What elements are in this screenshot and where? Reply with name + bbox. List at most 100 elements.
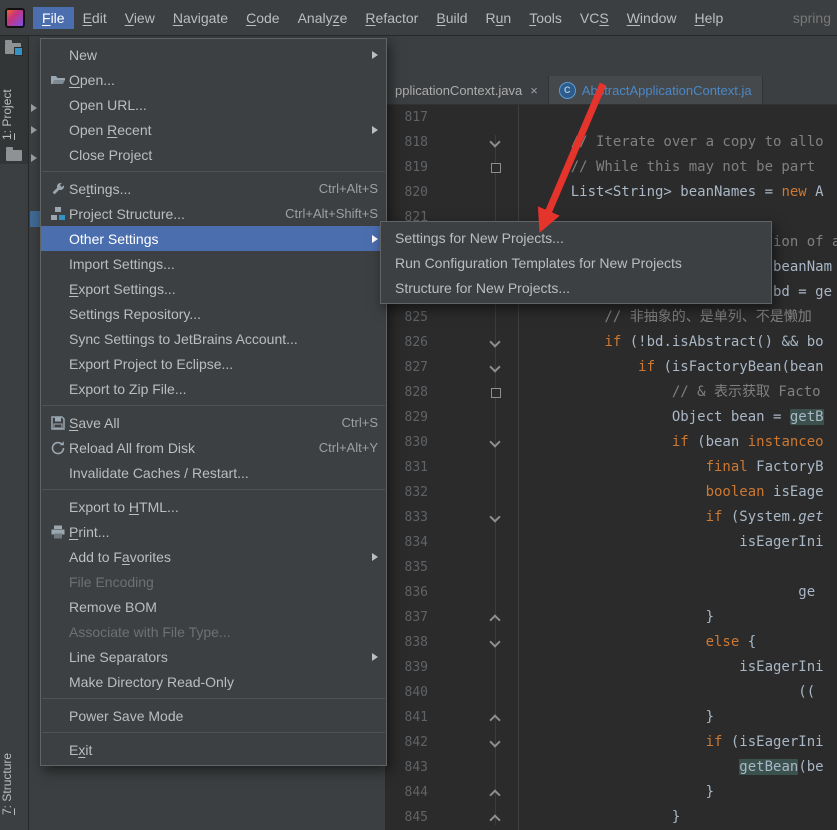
code-text: // & 表示获取 Facto	[537, 380, 821, 405]
menubar-item-navigate[interactable]: Navigate	[164, 7, 237, 29]
menu-item-open[interactable]: Open...	[41, 67, 386, 92]
fold-marker-icon[interactable]	[483, 355, 508, 380]
menu-item-settings-repository[interactable]: Settings Repository...	[41, 301, 386, 326]
menubar-item-run[interactable]: Run	[477, 7, 521, 29]
menubar-item-edit[interactable]: Edit	[74, 7, 116, 29]
menu-item-label: Open URL...	[69, 97, 147, 113]
line-number: 820	[385, 180, 428, 205]
menubar-item-window[interactable]: Window	[618, 7, 686, 29]
code-text: final FactoryB	[537, 455, 824, 480]
menu-item-export-to-html[interactable]: Export to HTML...	[41, 494, 386, 519]
code-text: else {	[537, 630, 756, 655]
fold-marker-icon[interactable]	[483, 130, 508, 155]
menu-item-associate-with-file-type: Associate with File Type...	[41, 619, 386, 644]
editor-toolbar-area	[385, 35, 837, 76]
menu-item-add-to-favorites[interactable]: Add to Favorites	[41, 544, 386, 569]
line-number: 835	[385, 555, 428, 580]
menu-item-sync-settings-to-jetbrains-account[interactable]: Sync Settings to JetBrains Account...	[41, 326, 386, 351]
tree-expand-icon[interactable]	[31, 104, 37, 112]
code-line: 837 }	[385, 605, 837, 630]
menu-icon-spacer	[47, 122, 69, 138]
toolwindow-button-structure[interactable]: 7: Structure	[0, 741, 28, 827]
menu-item-other-settings[interactable]: Other Settings	[41, 226, 386, 251]
line-number: 841	[385, 705, 428, 730]
fold-marker-icon[interactable]	[483, 430, 508, 455]
fold-marker-icon[interactable]	[483, 805, 508, 830]
tree-expand-icon[interactable]	[31, 126, 37, 134]
code-line: 825 // 非抽象的、是单列、不是懒加	[385, 305, 837, 330]
menubar-item-help[interactable]: Help	[686, 7, 733, 29]
project-tool-icon[interactable]	[5, 43, 21, 54]
submenu-item-settings-for-new-projects[interactable]: Settings for New Projects...	[381, 225, 771, 250]
code-text: boolean isEage	[537, 480, 824, 505]
fold-marker-icon[interactable]	[483, 730, 508, 755]
menu-item-remove-bom[interactable]: Remove BOM	[41, 594, 386, 619]
menubar-item-view[interactable]: View	[116, 7, 164, 29]
menu-item-invalidate-caches-restart[interactable]: Invalidate Caches / Restart...	[41, 460, 386, 485]
menu-item-label: Export to Zip File...	[69, 381, 186, 397]
left-toolwindow-bar: 1: Project 7: Structure	[0, 35, 29, 830]
fold-marker-icon[interactable]	[483, 505, 508, 530]
submenu-arrow-icon	[372, 235, 378, 243]
menu-item-label: Export Settings...	[69, 281, 176, 297]
code-text: // 非抽象的、是单列、不是懒加	[537, 305, 812, 330]
menu-icon-spacer	[47, 599, 69, 615]
line-number: 838	[385, 630, 428, 655]
menu-icon-spacer	[47, 742, 69, 758]
menu-item-exit[interactable]: Exit	[41, 737, 386, 762]
menu-item-close-project[interactable]: Close Project	[41, 142, 386, 167]
menu-item-make-directory-read-only[interactable]: Make Directory Read-Only	[41, 669, 386, 694]
menubar-item-build[interactable]: Build	[427, 7, 476, 29]
fold-marker-icon[interactable]	[483, 605, 508, 630]
submenu-arrow-icon	[372, 653, 378, 661]
menu-item-label: Open...	[69, 72, 115, 88]
menu-item-reload-all-from-disk[interactable]: Reload All from DiskCtrl+Alt+Y	[41, 435, 386, 460]
menu-item-print[interactable]: Print...	[41, 519, 386, 544]
code-text: isEagerIni	[537, 655, 824, 680]
menu-item-export-settings[interactable]: Export Settings...	[41, 276, 386, 301]
line-number: 840	[385, 680, 428, 705]
fold-marker-icon[interactable]	[483, 780, 508, 805]
menu-icon-spacer	[47, 574, 69, 590]
menu-item-power-save-mode[interactable]: Power Save Mode	[41, 703, 386, 728]
menu-icon-spacer	[47, 649, 69, 665]
fold-marker-icon[interactable]	[483, 380, 508, 405]
fold-marker-icon[interactable]	[483, 155, 508, 180]
menu-item-line-separators[interactable]: Line Separators	[41, 644, 386, 669]
menu-item-project-structure[interactable]: Project Structure...Ctrl+Alt+Shift+S	[41, 201, 386, 226]
menubar-item-file[interactable]: File	[33, 7, 74, 29]
code-line: 841 }	[385, 705, 837, 730]
editor-tab-2[interactable]: CAbstractApplicationContext.ja	[549, 76, 763, 104]
menu-item-export-to-zip-file[interactable]: Export to Zip File...	[41, 376, 386, 401]
submenu-item-structure-for-new-projects[interactable]: Structure for New Projects...	[381, 275, 771, 300]
tab-close-icon[interactable]: ×	[530, 83, 538, 98]
menubar-item-analyze[interactable]: Analyze	[289, 7, 357, 29]
tree-expand-icon[interactable]	[31, 154, 37, 162]
submenu-item-run-configuration-templates-for-new-projects[interactable]: Run Configuration Templates for New Proj…	[381, 250, 771, 275]
menubar-item-refactor[interactable]: Refactor	[356, 7, 427, 29]
menu-item-import-settings[interactable]: Import Settings...	[41, 251, 386, 276]
menu-item-new[interactable]: New	[41, 42, 386, 67]
code-line: 834 isEagerIni	[385, 530, 837, 555]
fold-marker-icon[interactable]	[483, 630, 508, 655]
menubar-item-tools[interactable]: Tools	[520, 7, 571, 29]
menu-item-shortcut: Ctrl+Alt+S	[299, 181, 378, 196]
menu-item-label: Exit	[69, 742, 92, 758]
menu-item-open-recent[interactable]: Open Recent	[41, 117, 386, 142]
fold-marker-icon[interactable]	[483, 705, 508, 730]
menu-icon-spacer	[47, 356, 69, 372]
menubar-item-code[interactable]: Code	[237, 7, 288, 29]
editor-tab-1[interactable]: pplicationContext.java×	[385, 76, 549, 104]
code-line: 817	[385, 105, 837, 130]
menu-item-open-url[interactable]: Open URL...	[41, 92, 386, 117]
fold-marker-icon[interactable]	[483, 330, 508, 355]
menu-item-settings[interactable]: Settings...Ctrl+Alt+S	[41, 176, 386, 201]
code-view[interactable]: 817818 // Iterate over a copy to allo819…	[385, 105, 837, 830]
line-number: 834	[385, 530, 428, 555]
code-line: 838 else {	[385, 630, 837, 655]
open-folder-icon	[47, 72, 69, 88]
menu-item-export-project-to-eclipse[interactable]: Export Project to Eclipse...	[41, 351, 386, 376]
menu-separator	[42, 732, 385, 733]
menu-item-save-all[interactable]: Save AllCtrl+S	[41, 410, 386, 435]
menubar-item-vcs[interactable]: VCS	[571, 7, 618, 29]
